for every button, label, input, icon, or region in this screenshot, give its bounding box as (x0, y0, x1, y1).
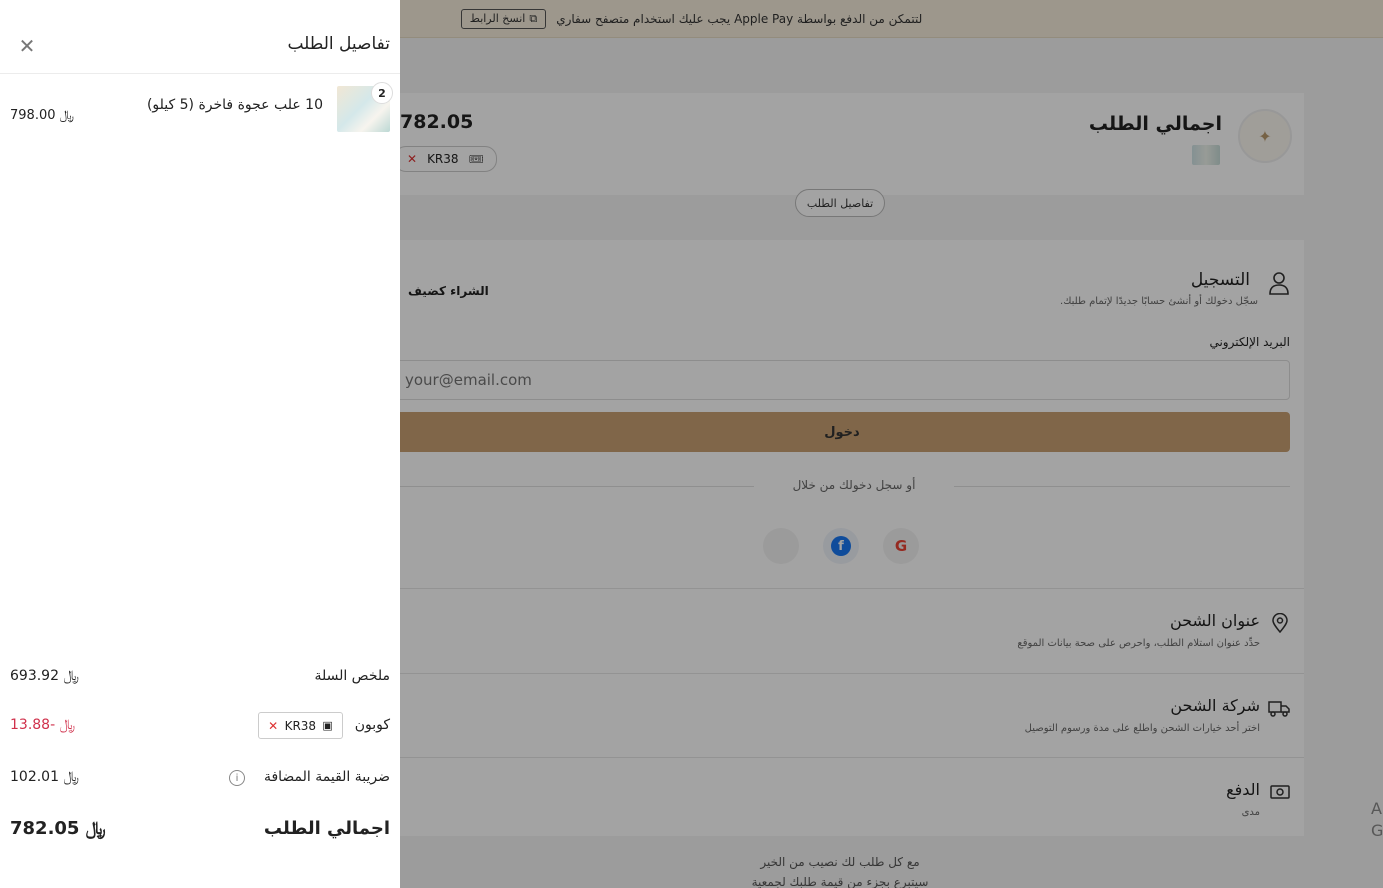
coupon-label: كوبون (354, 717, 390, 733)
vat-value: ﷼ 102.01 (10, 769, 79, 785)
item-price-value: 798.00 (10, 108, 56, 123)
item-quantity-badge: 2 (371, 82, 393, 104)
item-price: ﷼ 798.00 (10, 108, 74, 123)
close-icon: ✕ (18, 34, 36, 58)
info-icon[interactable]: i (229, 770, 245, 786)
currency-icon: ﷼ (63, 668, 79, 684)
currency-icon: ﷼ (59, 717, 76, 733)
order-total-value: ﷼ 782.05 (10, 818, 106, 839)
cart-summary-amount: 693.92 (10, 668, 59, 684)
remove-coupon-icon[interactable]: ✕ (268, 719, 278, 733)
coupon-amount: -13.88 (10, 717, 56, 733)
order-total-label: اجمالي الطلب (263, 818, 390, 839)
coupon-code: KR38 (284, 718, 317, 733)
drawer-title: تفاصيل الطلب (287, 34, 390, 54)
drawer-header: تفاصيل الطلب ✕ (0, 0, 400, 74)
item-name: 10 علب عجوة فاخرة (5 كيلو) (146, 97, 323, 113)
order-details-drawer: تفاصيل الطلب ✕ 2 10 علب عجوة فاخرة (5 كي… (0, 0, 400, 888)
cart-summary-label: ملخص السلة (314, 668, 390, 684)
vat-label: ضريبة القيمة المضافة (263, 769, 390, 785)
cart-summary-value: ﷼ 693.92 (10, 668, 79, 684)
currency-icon: ﷼ (85, 818, 106, 839)
currency-icon: ﷼ (63, 769, 79, 785)
ticket-icon: ▣ (322, 719, 333, 732)
coupon-value: ﷼ -13.88 (10, 717, 75, 733)
order-total-amount: 782.05 (10, 818, 80, 839)
close-drawer-button[interactable]: ✕ (17, 36, 37, 56)
currency-icon: ﷼ (59, 108, 75, 123)
vat-amount: 102.01 (10, 769, 59, 785)
coupon-chip[interactable]: ✕ KR38 ▣ (258, 712, 343, 739)
